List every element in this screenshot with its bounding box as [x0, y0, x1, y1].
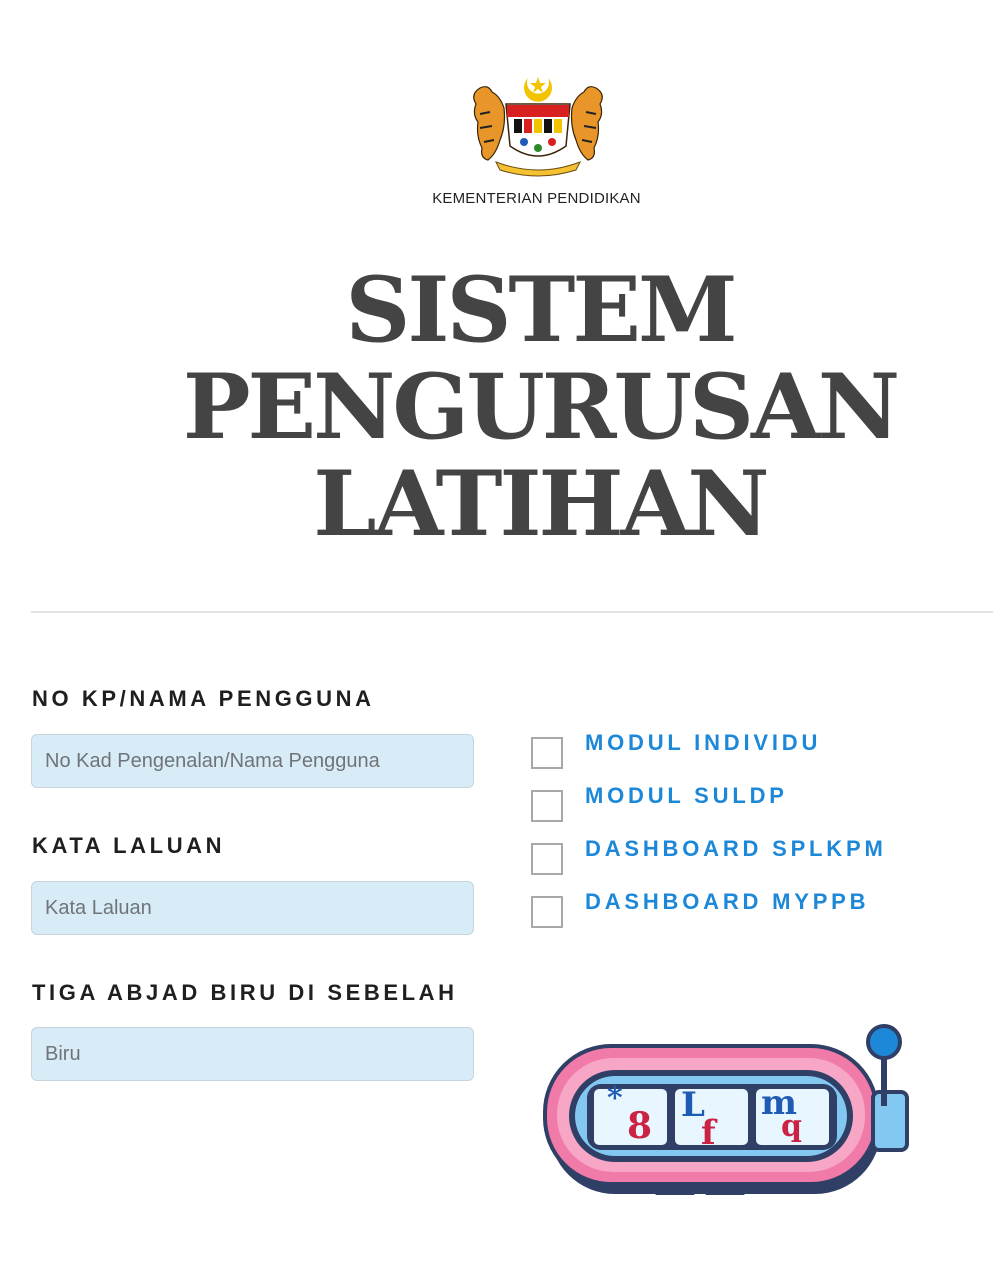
title-line: LATIHAN	[313, 451, 769, 557]
module-option-splkpm[interactable]: DASHBOARD SPLKPM	[531, 836, 887, 875]
slot-machine-captcha-image: * 8 L f m q	[543, 1024, 909, 1195]
module-checkbox[interactable]	[531, 737, 563, 769]
username-input[interactable]	[31, 734, 474, 788]
password-label: KATA LALUAN	[32, 833, 226, 858]
module-checkbox[interactable]	[531, 896, 563, 928]
page-title: SISTEM PENGURUSAN LATIHAN	[0, 262, 993, 553]
module-option-individu[interactable]: MODUL INDIVIDU	[531, 730, 821, 769]
title-line: PENGURUSAN	[182, 354, 900, 460]
module-label[interactable]: MODUL SULDP	[585, 783, 788, 809]
captcha-input[interactable]	[31, 1027, 474, 1081]
divider	[31, 611, 993, 613]
coat-of-arms-icon	[473, 77, 603, 177]
module-option-myppb[interactable]: DASHBOARD MYPPB	[531, 889, 869, 928]
captcha-glyph: f	[701, 1113, 718, 1153]
username-label: NO KP/NAMA PENGGUNA	[32, 686, 375, 711]
module-checkbox[interactable]	[531, 843, 563, 875]
module-label[interactable]: DASHBOARD SPLKPM	[585, 836, 887, 862]
password-input[interactable]	[31, 881, 474, 935]
module-label[interactable]: MODUL INDIVIDU	[585, 730, 821, 756]
right-tiger	[570, 86, 603, 161]
module-option-suldp[interactable]: MODUL SULDP	[531, 783, 788, 822]
module-label[interactable]: DASHBOARD MYPPB	[585, 889, 869, 915]
captcha-label: TIGA ABJAD BIRU DI SEBELAH	[32, 980, 458, 1005]
captcha-glyph: q	[781, 1109, 802, 1144]
ministry-name: KEMENTERIAN PENDIDIKAN	[432, 190, 641, 207]
title-line: SISTEM	[345, 257, 737, 363]
captcha-glyph: *	[607, 1081, 623, 1116]
left-tiger	[473, 86, 506, 161]
module-checkbox[interactable]	[531, 790, 563, 822]
captcha-glyph: 8	[627, 1105, 652, 1147]
